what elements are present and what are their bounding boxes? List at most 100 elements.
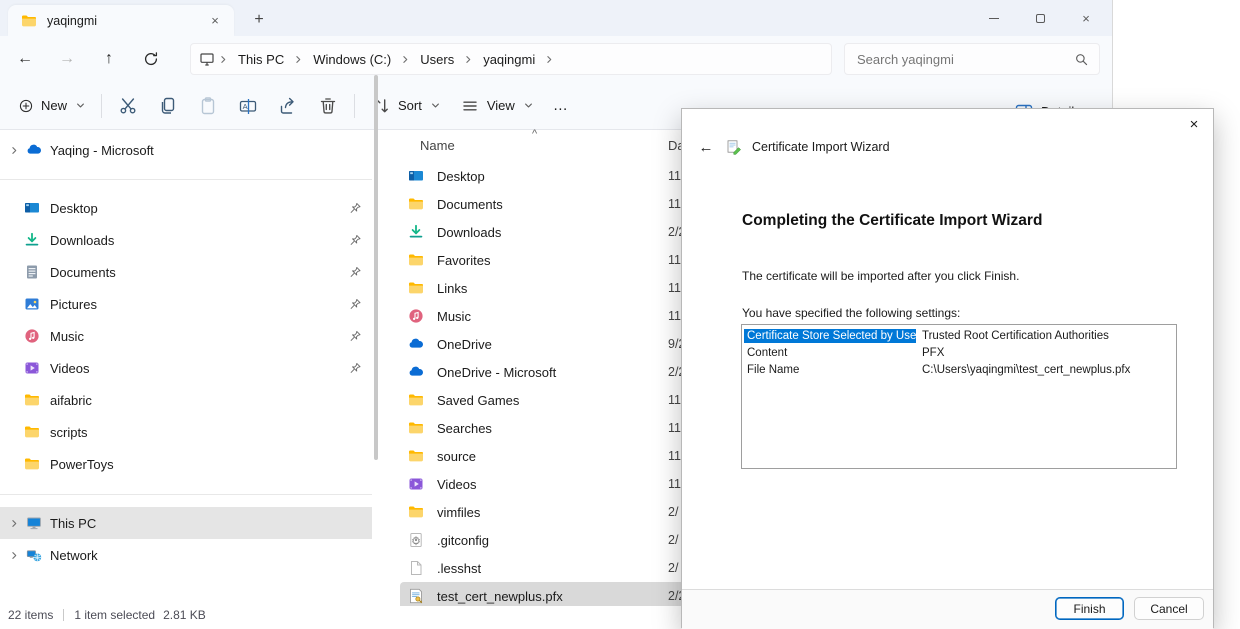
sidebar-item[interactable]: Downloads	[0, 224, 372, 256]
sidebar-item[interactable]: Documents	[0, 256, 372, 288]
close-window-button[interactable]: ×	[1063, 0, 1109, 36]
copy-button[interactable]	[148, 89, 188, 123]
sidebar-scrollbar[interactable]	[374, 75, 378, 460]
pin-icon	[349, 298, 362, 311]
selection-size: 2.81 KB	[163, 608, 206, 622]
sidebar-item[interactable]: scripts	[0, 416, 372, 448]
breadcrumb-item[interactable]: This PC	[232, 49, 290, 70]
settings-row[interactable]: Content PFX	[742, 344, 1176, 361]
sidebar-divider	[0, 179, 372, 180]
breadcrumb-item[interactable]: Windows (C:)	[307, 49, 397, 70]
view-button[interactable]: View	[450, 89, 543, 123]
sidebar-item[interactable]: Desktop	[0, 192, 372, 224]
dialog-header: ← Certificate Import Wizard	[696, 137, 890, 157]
new-plus-icon	[18, 98, 34, 114]
pin-icon	[349, 266, 362, 279]
delete-button[interactable]	[308, 89, 348, 123]
rename-icon: A	[238, 96, 258, 116]
search-input[interactable]	[855, 51, 1073, 68]
tab-close-button[interactable]: ×	[204, 10, 226, 32]
sidebar-item[interactable]: PowerToys	[0, 448, 372, 480]
file-date: 2/	[668, 533, 678, 547]
back-button[interactable]: ←	[8, 42, 42, 76]
videos-icon	[408, 476, 424, 492]
onedrive-cloud-icon	[26, 142, 42, 158]
breadcrumb-item[interactable]: yaqingmi	[477, 49, 541, 70]
refresh-button[interactable]	[134, 42, 168, 76]
search-box	[844, 43, 1100, 75]
sort-ascending-icon: ^	[532, 128, 537, 140]
more-options-button[interactable]: …	[543, 89, 579, 123]
share-icon	[278, 96, 298, 116]
cancel-button[interactable]: Cancel	[1134, 597, 1204, 620]
forward-button[interactable]: →	[50, 42, 84, 76]
up-button[interactable]: ↑	[92, 42, 126, 76]
sidebar-item-label: Desktop	[50, 201, 98, 216]
expander-chevron-icon[interactable]	[8, 519, 20, 528]
new-tab-button[interactable]: +	[246, 8, 272, 32]
sidebar-item[interactable]: This PC	[0, 507, 372, 539]
folder-icon	[408, 448, 424, 464]
dialog-back-button[interactable]: ←	[696, 139, 716, 156]
breadcrumb[interactable]: This PC Windows (C:) Users yaqingmi	[190, 43, 832, 75]
pin-icon	[349, 362, 362, 375]
chevron-right-icon	[545, 55, 554, 64]
sidebar-divider	[0, 494, 372, 495]
paste-icon	[198, 96, 218, 116]
minimize-icon	[989, 18, 999, 19]
file-date: 2/	[668, 561, 678, 575]
name-column-header[interactable]: Name	[420, 138, 455, 153]
sidebar-item-label: Music	[50, 329, 84, 344]
expander-chevron-icon[interactable]	[8, 551, 20, 560]
share-button[interactable]	[268, 89, 308, 123]
sidebar-item[interactable]: Pictures	[0, 288, 372, 320]
desktop-icon	[408, 168, 424, 184]
maximize-button[interactable]	[1017, 0, 1063, 36]
sidebar-item[interactable]: Videos	[0, 352, 372, 384]
folder-icon	[21, 13, 37, 29]
copy-icon	[158, 96, 178, 116]
svg-text:A: A	[243, 102, 248, 111]
pictures-icon	[24, 296, 40, 312]
folder-icon	[24, 424, 40, 440]
file-name: Videos	[437, 477, 477, 492]
settings-row[interactable]: File Name C:\Users\yaqingmi\test_cert_ne…	[742, 362, 1176, 379]
music-icon	[408, 308, 424, 324]
status-divider	[63, 609, 64, 621]
file-name: Links	[437, 281, 467, 296]
folder-icon	[408, 280, 424, 296]
sidebar-item[interactable]: Network	[0, 539, 372, 571]
item-count: 22 items	[8, 608, 53, 622]
cut-button[interactable]	[108, 89, 148, 123]
selection-count: 1 item selected	[74, 608, 155, 622]
minimize-button[interactable]	[971, 0, 1017, 36]
finish-button[interactable]: Finish	[1055, 597, 1124, 620]
gear-file-icon	[408, 532, 424, 548]
explorer-tab[interactable]: yaqingmi ×	[8, 5, 234, 36]
music-icon	[24, 328, 40, 344]
certificate-wizard-icon	[726, 139, 742, 155]
documents-icon	[24, 264, 40, 280]
breadcrumb-item[interactable]: Users	[414, 49, 460, 70]
settings-table: Certificate Store Selected by User Trust…	[741, 324, 1177, 469]
paste-button[interactable]	[188, 89, 228, 123]
sidebar-item-label: scripts	[50, 425, 88, 440]
new-button[interactable]: New	[8, 89, 95, 123]
expander-chevron-icon[interactable]	[8, 146, 20, 155]
file-name: Music	[437, 309, 471, 324]
breadcrumb-segment: This PC	[232, 49, 307, 70]
rename-button[interactable]: A	[228, 89, 268, 123]
sidebar-item[interactable]: aifabric	[0, 384, 372, 416]
chevron-right-icon	[401, 55, 410, 64]
tab-title: yaqingmi	[47, 14, 204, 28]
downloads-icon	[24, 232, 40, 248]
onedrive-cloud-icon	[408, 364, 424, 380]
sidebar-item-onedrive[interactable]: Yaqing - Microsoft	[0, 135, 372, 165]
chevron-right-icon	[464, 55, 473, 64]
dialog-close-button[interactable]: ×	[1179, 111, 1209, 137]
pin-icon	[349, 234, 362, 247]
trash-icon	[318, 96, 338, 116]
file-name: Desktop	[437, 169, 485, 184]
sidebar-item[interactable]: Music	[0, 320, 372, 352]
settings-row[interactable]: Certificate Store Selected by User Trust…	[742, 327, 1176, 344]
